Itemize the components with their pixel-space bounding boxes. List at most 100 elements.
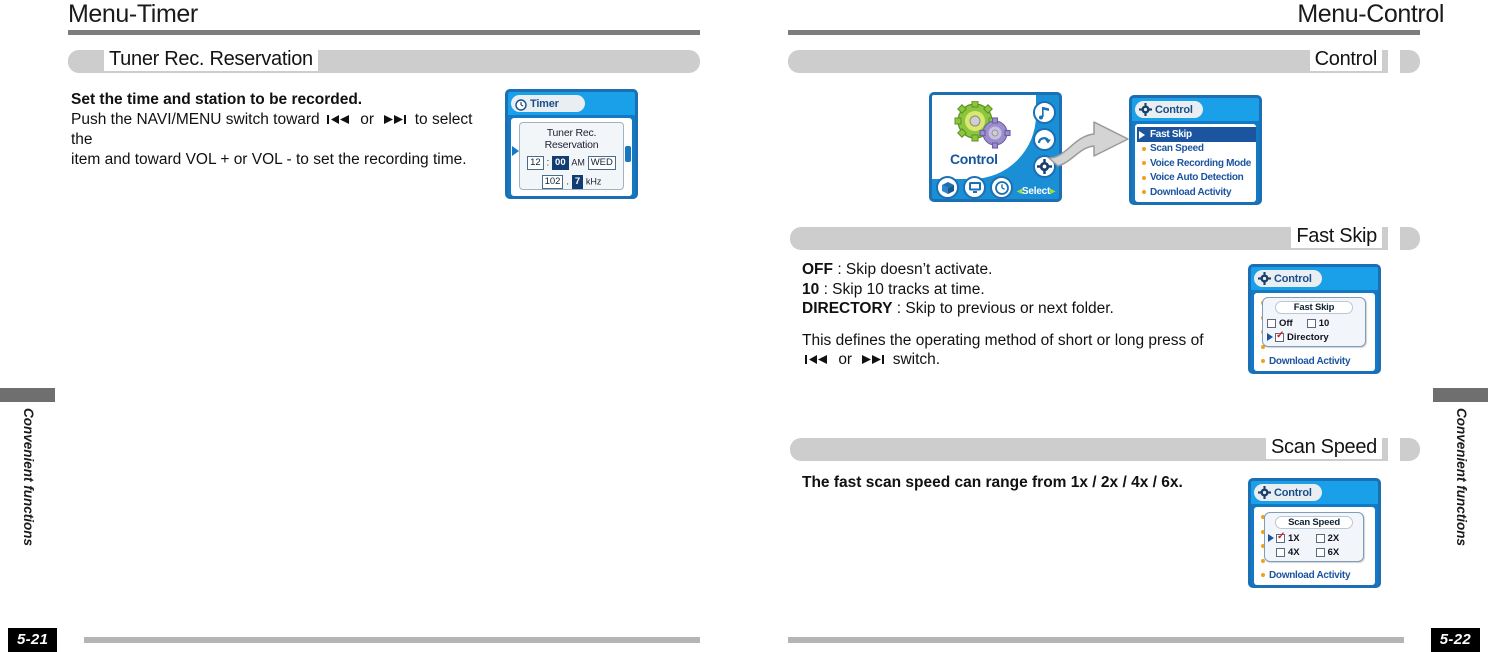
fast-skip-line-5: or switch. bbox=[802, 350, 1222, 371]
section-header-control: Control bbox=[788, 48, 1420, 73]
side-tab-label: Convenient functions bbox=[21, 408, 36, 546]
list-item[interactable]: Download Activity bbox=[1256, 568, 1375, 583]
page-number-right: 5-22 bbox=[1430, 628, 1480, 652]
list-item-label: Download Activity bbox=[1269, 569, 1351, 581]
control-title-pill: Control bbox=[1254, 484, 1322, 501]
option-4x[interactable]: 4X bbox=[1276, 547, 1300, 558]
timer-freq-integer-field[interactable]: 102 bbox=[541, 175, 564, 189]
fast-skip-dir-term: DIRECTORY bbox=[802, 300, 893, 317]
flow-arrow-icon bbox=[1044, 110, 1134, 175]
list-item-label: Voice Recording Mode bbox=[1150, 157, 1252, 169]
timer-freq-decimal-field[interactable]: 7 bbox=[571, 175, 584, 189]
control-menu-list: Fast Skip Scan Speed Voice Recording Mod… bbox=[1135, 124, 1256, 202]
fast-skip-lcd-header: Control bbox=[1251, 267, 1378, 290]
section-label-control: Control bbox=[1309, 48, 1382, 71]
bullet-icon bbox=[1142, 161, 1146, 165]
option-6x[interactable]: 6X bbox=[1315, 546, 1340, 558]
fast-skip-line-1: OFF : Skip doesn’t activate. bbox=[802, 260, 1222, 280]
option-label: Off bbox=[1279, 317, 1293, 329]
checkbox-directory[interactable] bbox=[1275, 330, 1284, 342]
list-item[interactable]: Fast Skip bbox=[1137, 127, 1256, 142]
timer-freq-unit: kHz bbox=[585, 176, 602, 187]
body-line-2: item and toward VOL + or VOL - to set th… bbox=[71, 150, 467, 168]
timer-hour-field[interactable]: 12 bbox=[527, 156, 544, 170]
cursor-arrow-icon bbox=[1268, 533, 1274, 542]
gear-icon bbox=[1258, 486, 1271, 499]
page-number-left: 5-21 bbox=[8, 628, 58, 652]
gears-illustration bbox=[950, 100, 1012, 156]
manual-spread: Menu-Timer Tuner Rec. Reservation Set th… bbox=[0, 0, 1488, 652]
box-icon[interactable] bbox=[936, 176, 959, 199]
left-body-text: Set the time and station to be recorded.… bbox=[71, 90, 491, 169]
section-label-tuner-rec: Tuner Rec. Reservation bbox=[104, 48, 318, 71]
list-item[interactable]: Download Activity bbox=[1256, 354, 1375, 369]
section-cap-right-control bbox=[1400, 50, 1420, 73]
timer-frequency-row: 102 . 7 kHz bbox=[520, 175, 623, 189]
side-tab-label: Convenient functions bbox=[1454, 408, 1469, 546]
fast-skip-line-4: This defines the operating method of sho… bbox=[802, 331, 1204, 349]
fast-skip-or: or bbox=[838, 351, 853, 368]
control-list-lcd: Control Fast Skip Scan Speed Voice Recor… bbox=[1129, 95, 1262, 205]
checkbox-6x[interactable] bbox=[1315, 547, 1325, 557]
select-hint: ◂Select▸ bbox=[1017, 186, 1055, 197]
timer-settings-panel: Tuner Rec. Reservation 12 : 00 AM WED 10… bbox=[519, 122, 624, 190]
bullet-icon bbox=[1142, 146, 1146, 151]
page-title: Menu-Timer bbox=[68, 0, 198, 28]
fast-skip-popup-dialog: Fast Skip Off 10 ✓ Directory bbox=[1262, 297, 1366, 347]
prev-track-icon bbox=[805, 351, 831, 371]
display-icon[interactable] bbox=[963, 176, 986, 199]
clock-icon[interactable] bbox=[990, 176, 1013, 199]
fast-skip-10-desc: : Skip 10 tracks at time. bbox=[823, 280, 985, 298]
fast-skip-lcd-title: Control bbox=[1274, 272, 1312, 285]
timer-weekday-field[interactable]: WED bbox=[587, 156, 616, 170]
list-item[interactable]: Voice Auto Detection bbox=[1137, 171, 1256, 186]
scrollbar-indicator bbox=[625, 146, 631, 162]
section-label-fast-skip: Fast Skip bbox=[1291, 225, 1382, 248]
clock-icon bbox=[515, 98, 527, 111]
timer-minute-field[interactable]: 00 bbox=[552, 156, 569, 170]
timer-lcd-header: Timer bbox=[508, 92, 635, 115]
timer-freq-dot: . bbox=[566, 176, 570, 188]
option-label: 6X bbox=[1327, 546, 1340, 558]
list-item[interactable]: Download Activity bbox=[1137, 185, 1256, 200]
checkbox-2x[interactable] bbox=[1315, 533, 1325, 543]
control-graphic-label: Control bbox=[950, 151, 998, 167]
fast-skip-line-2: 10 : Skip 10 tracks at time. bbox=[802, 280, 1222, 300]
timer-title-pill: Timer bbox=[511, 95, 585, 112]
timer-lcd-screen: Timer Tuner Rec. Reservation 12 : 00 AM … bbox=[505, 89, 638, 199]
timer-lcd-title: Timer bbox=[530, 97, 559, 110]
bullet-icon bbox=[1261, 573, 1265, 577]
section-bar-fill-control bbox=[788, 50, 1388, 73]
bullet-icon bbox=[1142, 175, 1146, 180]
option-10[interactable]: 10 bbox=[1306, 318, 1329, 329]
fast-skip-off-term: OFF bbox=[802, 261, 833, 278]
option-off[interactable]: Off bbox=[1267, 318, 1293, 329]
next-track-icon bbox=[859, 351, 885, 371]
checkbox-1x[interactable] bbox=[1276, 531, 1285, 543]
left-cursor-arrow-icon bbox=[512, 146, 519, 156]
select-label: Select bbox=[1021, 186, 1051, 197]
fast-skip-dir-desc: : Skip to previous or next folder. bbox=[896, 300, 1114, 317]
checkbox-off[interactable] bbox=[1267, 318, 1276, 328]
gear-icon bbox=[1258, 272, 1271, 285]
cursor-arrow-icon bbox=[1139, 130, 1145, 139]
cursor-arrow-icon bbox=[1267, 332, 1273, 341]
option-directory[interactable]: Directory bbox=[1267, 330, 1329, 343]
checkbox-4x[interactable] bbox=[1276, 547, 1285, 557]
scan-speed-lcd: Control Download Activity Scan Speed ✓ 1… bbox=[1248, 478, 1381, 588]
option-1x[interactable]: 1X bbox=[1268, 531, 1300, 544]
checkbox-10[interactable] bbox=[1306, 318, 1316, 328]
body-line1-or: or bbox=[360, 110, 375, 128]
fast-skip-lcd: Control Download Activity Fast Skip Off … bbox=[1248, 264, 1381, 374]
option-label: 4X bbox=[1288, 546, 1300, 558]
list-item[interactable]: Scan Speed bbox=[1137, 142, 1256, 157]
left-page: Menu-Timer Tuner Rec. Reservation Set th… bbox=[0, 0, 744, 652]
body-line1-a: Push the NAVI/MENU switch toward bbox=[71, 110, 320, 128]
section-header-fast-skip: Fast Skip bbox=[790, 225, 1420, 250]
bullet-icon bbox=[1261, 359, 1265, 363]
list-item[interactable]: Voice Recording Mode bbox=[1137, 156, 1256, 171]
option-2x[interactable]: 2X bbox=[1315, 533, 1339, 544]
scan-speed-lcd-header: Control bbox=[1251, 481, 1378, 504]
title-rule bbox=[68, 30, 700, 35]
control-title-pill: Control bbox=[1254, 270, 1322, 287]
